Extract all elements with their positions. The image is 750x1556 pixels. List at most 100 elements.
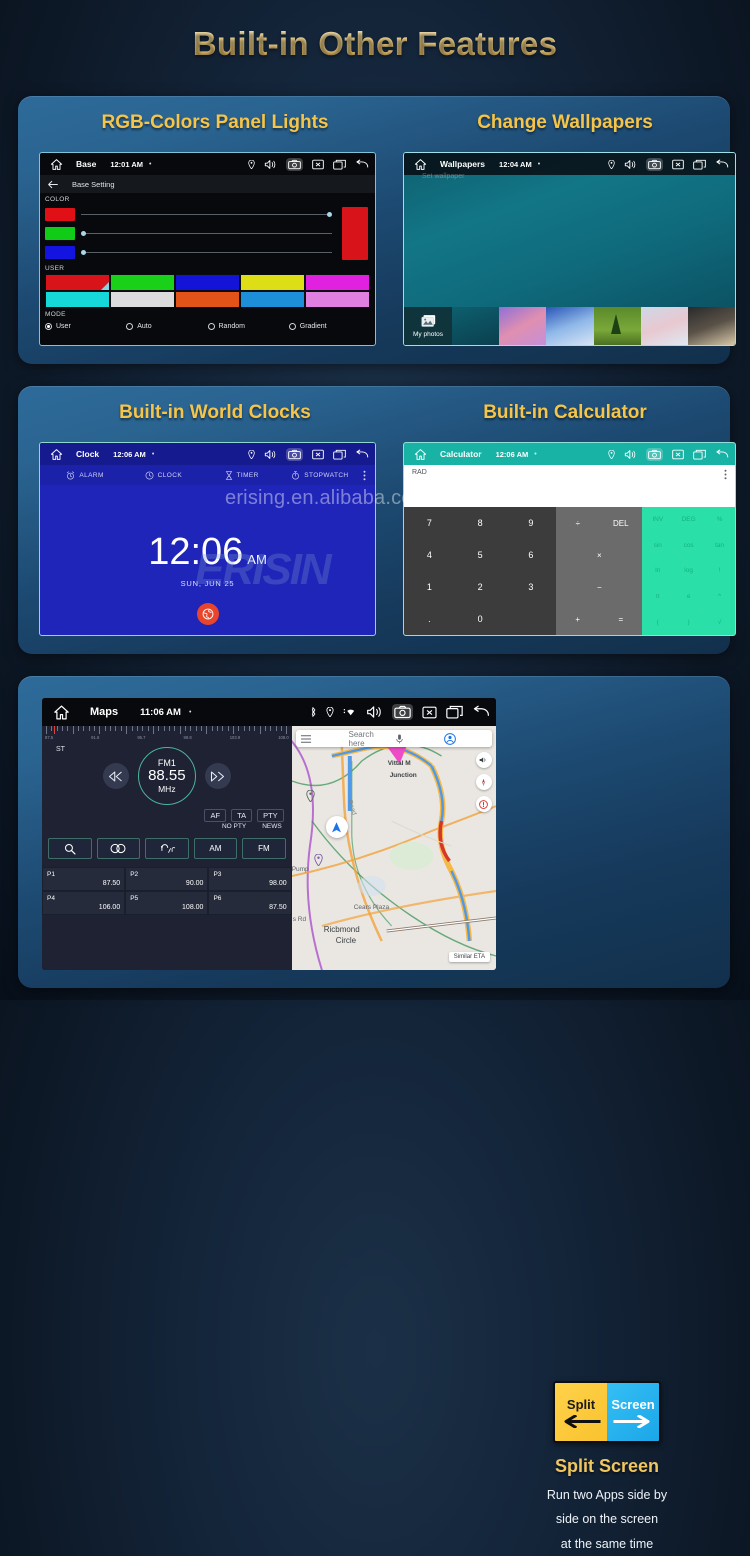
- local-distant-button[interactable]: [145, 838, 189, 859]
- screenshot-icon[interactable]: [286, 157, 303, 171]
- home-icon[interactable]: [46, 448, 66, 461]
- calc-key[interactable]: 1: [404, 571, 455, 603]
- am-band-button[interactable]: AM: [193, 838, 238, 859]
- world-clock-fab-button[interactable]: [196, 603, 219, 625]
- back-icon[interactable]: [715, 449, 729, 460]
- screenshot-icon[interactable]: [392, 704, 413, 720]
- calc-key[interactable]: cos: [673, 533, 704, 559]
- screenshot-icon[interactable]: [286, 447, 303, 461]
- hamburger-menu-icon[interactable]: [300, 734, 344, 743]
- blue-knob[interactable]: [81, 249, 86, 255]
- calc-key[interactable]: 5: [455, 539, 506, 571]
- back-icon[interactable]: [355, 159, 369, 170]
- avatar[interactable]: [444, 732, 487, 745]
- red-track[interactable]: [81, 211, 332, 217]
- af-button[interactable]: AF: [204, 809, 227, 822]
- calc-key[interactable]: INV: [642, 507, 673, 533]
- frequency-dial[interactable]: FM1 88.55 MHz: [137, 747, 196, 805]
- wallpaper-thumb[interactable]: [640, 307, 688, 345]
- rgb-slider-red[interactable]: [45, 205, 338, 224]
- user-swatch[interactable]: [305, 274, 370, 291]
- close-icon[interactable]: [312, 449, 324, 460]
- calc-key[interactable]: log: [673, 558, 704, 584]
- calc-key[interactable]: !: [704, 558, 735, 584]
- home-icon[interactable]: [46, 158, 66, 171]
- recents-icon[interactable]: [333, 159, 346, 170]
- volume-icon[interactable]: [264, 159, 277, 170]
- calc-key[interactable]: 3: [506, 571, 557, 603]
- green-track[interactable]: [81, 230, 332, 236]
- back-icon[interactable]: [355, 449, 369, 460]
- preset-button[interactable]: P6 87.50: [208, 891, 292, 915]
- calc-key[interactable]: sin: [642, 533, 673, 559]
- recents-icon[interactable]: [333, 449, 346, 460]
- preset-button[interactable]: P4 106.00: [42, 891, 126, 915]
- map-search-bar[interactable]: Search here: [295, 730, 492, 748]
- preset-button[interactable]: P1 87.50: [42, 867, 126, 891]
- wallpaper-thumb[interactable]: [593, 307, 641, 345]
- pty-button[interactable]: PTY: [257, 809, 284, 822]
- maps-app-pane[interactable]: Search here Vittal M Junction Cears Plaz…: [291, 726, 496, 970]
- calc-key[interactable]: 0: [455, 603, 506, 635]
- calc-key[interactable]: 7: [404, 507, 455, 539]
- blue-track[interactable]: [81, 249, 332, 255]
- tab-clock[interactable]: CLOCK: [124, 471, 202, 480]
- back-icon[interactable]: [715, 159, 729, 170]
- mode-option-user[interactable]: User: [45, 323, 126, 330]
- calc-key[interactable]: %: [704, 507, 735, 533]
- map-sound-button[interactable]: [475, 752, 492, 768]
- close-icon[interactable]: [312, 159, 324, 170]
- user-swatch[interactable]: [305, 291, 370, 308]
- green-knob[interactable]: [81, 230, 86, 236]
- back-icon[interactable]: [472, 705, 490, 719]
- back-arrow-icon[interactable]: [48, 180, 58, 189]
- calc-key[interactable]: 8: [455, 507, 506, 539]
- preset-button[interactable]: P5 108.00: [125, 891, 209, 915]
- calc-key-plus[interactable]: +: [556, 603, 599, 635]
- home-icon[interactable]: [410, 448, 430, 461]
- recents-icon[interactable]: [446, 705, 463, 719]
- tab-alarm[interactable]: ALARM: [46, 470, 124, 480]
- map-compass-button[interactable]: [475, 774, 492, 790]
- rgb-slider-green[interactable]: [45, 224, 338, 243]
- preset-button[interactable]: P3 98.00: [208, 867, 292, 891]
- user-swatch[interactable]: [45, 274, 110, 291]
- close-icon[interactable]: [672, 449, 684, 460]
- calc-key-multiply[interactable]: ×: [556, 539, 642, 571]
- close-icon[interactable]: [422, 706, 437, 719]
- volume-icon[interactable]: [264, 449, 277, 460]
- home-icon[interactable]: [410, 158, 430, 171]
- stereo-toggle-button[interactable]: [96, 838, 141, 859]
- mode-option-random[interactable]: Random: [207, 323, 289, 330]
- microphone-icon[interactable]: [396, 733, 439, 744]
- calc-key[interactable]: (: [642, 609, 673, 635]
- calc-key-delete[interactable]: DEL: [599, 507, 642, 539]
- calculator-angle-mode[interactable]: RAD: [412, 469, 427, 503]
- my-photos-button[interactable]: My photos: [404, 307, 452, 345]
- map-alert-button[interactable]: [475, 796, 492, 812]
- user-swatch[interactable]: [240, 291, 305, 308]
- eta-badge[interactable]: Similar ETA: [448, 952, 490, 962]
- mode-option-auto[interactable]: Auto: [126, 323, 207, 330]
- wallpaper-thumb[interactable]: [499, 307, 547, 345]
- user-swatch[interactable]: [240, 274, 305, 291]
- volume-icon[interactable]: [624, 449, 637, 460]
- wallpaper-thumb[interactable]: [452, 307, 500, 345]
- seek-down-button[interactable]: [102, 763, 129, 789]
- home-icon[interactable]: [48, 704, 74, 721]
- calc-key-minus[interactable]: −: [556, 571, 642, 603]
- calc-key[interactable]: 9: [506, 507, 557, 539]
- user-swatch[interactable]: [45, 291, 110, 308]
- calc-key[interactable]: ): [673, 609, 704, 635]
- screenshot-icon[interactable]: [646, 157, 663, 171]
- recents-icon[interactable]: [693, 159, 706, 170]
- calc-key[interactable]: e: [673, 584, 704, 610]
- tab-timer[interactable]: TIMER: [203, 470, 281, 480]
- calc-key[interactable]: DEG: [673, 507, 704, 533]
- user-swatch[interactable]: [110, 274, 175, 291]
- overflow-menu-icon[interactable]: [359, 470, 369, 481]
- tab-stopwatch[interactable]: STOPWATCH: [281, 470, 359, 480]
- seek-up-button[interactable]: [204, 763, 231, 789]
- overflow-menu-icon[interactable]: [724, 469, 727, 503]
- red-knob[interactable]: [326, 211, 332, 217]
